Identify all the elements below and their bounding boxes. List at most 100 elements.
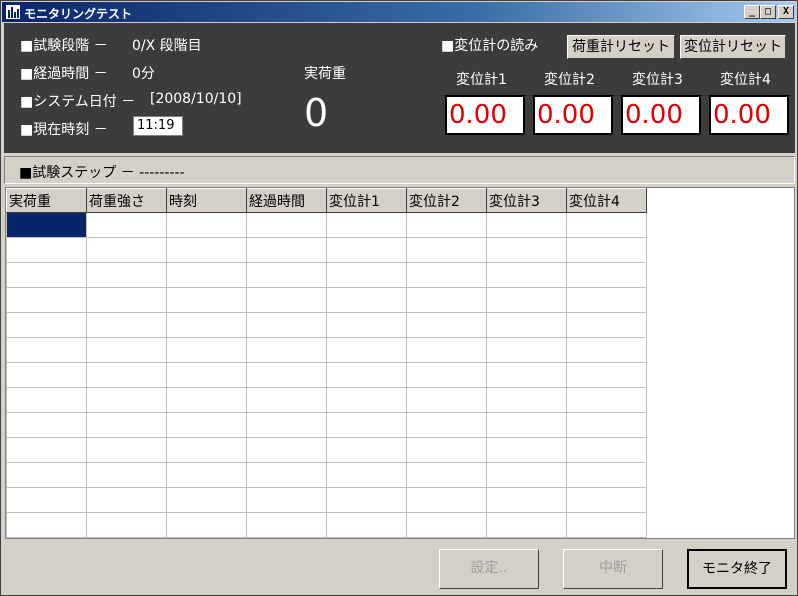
grid-cell[interactable] <box>166 212 247 238</box>
grid-cell[interactable] <box>246 462 327 488</box>
grid-cell[interactable] <box>486 462 567 488</box>
grid-cell[interactable] <box>246 437 327 463</box>
grid-cell[interactable] <box>406 212 487 238</box>
grid-cell[interactable] <box>406 312 487 338</box>
grid-cell[interactable] <box>6 487 87 513</box>
grid-cell[interactable] <box>566 262 647 288</box>
column-header[interactable]: 変位計1 <box>326 188 407 213</box>
grid-cell[interactable] <box>406 387 487 413</box>
grid-cell[interactable] <box>166 237 247 263</box>
grid-cell[interactable] <box>326 437 407 463</box>
grid-cell[interactable] <box>486 362 567 388</box>
grid-cell[interactable] <box>86 262 167 288</box>
grid-cell[interactable] <box>566 362 647 388</box>
grid-cell[interactable] <box>86 312 167 338</box>
table-row[interactable] <box>6 387 647 413</box>
table-row[interactable] <box>6 287 647 313</box>
minimize-button[interactable]: _ <box>744 5 760 19</box>
grid-cell[interactable] <box>406 412 487 438</box>
grid-cell[interactable] <box>86 212 167 238</box>
grid-cell[interactable] <box>326 387 407 413</box>
grid-cell[interactable] <box>246 487 327 513</box>
grid-cell[interactable] <box>566 512 647 538</box>
grid-cell[interactable] <box>486 287 567 313</box>
table-row[interactable] <box>6 437 647 463</box>
end-monitor-button[interactable]: モニタ終了 <box>687 549 787 589</box>
table-row[interactable] <box>6 512 647 538</box>
grid-cell[interactable] <box>86 237 167 263</box>
grid-cell[interactable] <box>166 412 247 438</box>
title-bar[interactable]: モニタリングテスト _ □ X <box>2 2 796 22</box>
grid-cell[interactable] <box>486 412 567 438</box>
grid-cell[interactable] <box>326 487 407 513</box>
table-row[interactable] <box>6 237 647 263</box>
grid-cell[interactable] <box>6 337 87 363</box>
grid-cell[interactable] <box>326 237 407 263</box>
grid-cell[interactable] <box>486 312 567 338</box>
grid-cell[interactable] <box>406 337 487 363</box>
grid-cell[interactable] <box>86 487 167 513</box>
grid-cell[interactable] <box>486 487 567 513</box>
close-button[interactable]: X <box>778 5 794 19</box>
column-header[interactable]: 荷重強さ <box>86 188 167 213</box>
grid-cell[interactable] <box>566 337 647 363</box>
grid-cell[interactable] <box>326 412 407 438</box>
grid-cell[interactable] <box>486 212 567 238</box>
grid-cell[interactable] <box>246 312 327 338</box>
grid-cell[interactable] <box>326 362 407 388</box>
grid-cell[interactable] <box>6 362 87 388</box>
table-row[interactable] <box>6 312 647 338</box>
grid-cell[interactable] <box>246 237 327 263</box>
grid-cell[interactable] <box>6 387 87 413</box>
grid-cell[interactable] <box>486 437 567 463</box>
grid-cell[interactable] <box>246 362 327 388</box>
grid-cell[interactable] <box>326 462 407 488</box>
grid-cell[interactable] <box>166 487 247 513</box>
abort-button[interactable]: 中断 <box>563 549 663 589</box>
grid-cell[interactable] <box>566 412 647 438</box>
grid-cell[interactable] <box>246 212 327 238</box>
grid-cell[interactable] <box>406 262 487 288</box>
grid-cell[interactable] <box>6 312 87 338</box>
grid-cell[interactable] <box>166 512 247 538</box>
table-row[interactable] <box>6 412 647 438</box>
grid-cell[interactable] <box>406 512 487 538</box>
table-row[interactable] <box>6 262 647 288</box>
grid-cell[interactable] <box>86 437 167 463</box>
grid-cell[interactable] <box>246 287 327 313</box>
grid-cell[interactable] <box>326 262 407 288</box>
grid-cell[interactable] <box>86 362 167 388</box>
grid-cell[interactable] <box>406 487 487 513</box>
data-table[interactable]: 実荷重 荷重強さ 時刻 経過時間 変位計1 変位計2 変位計3 変位計4 <box>6 188 647 538</box>
grid-cell[interactable] <box>166 312 247 338</box>
maximize-button[interactable]: □ <box>760 5 776 19</box>
grid-cell[interactable] <box>406 287 487 313</box>
column-header[interactable]: 実荷重 <box>6 188 87 213</box>
table-row[interactable] <box>6 212 647 238</box>
grid-cell[interactable] <box>486 512 567 538</box>
grid-cell[interactable] <box>566 212 647 238</box>
grid-cell[interactable] <box>86 462 167 488</box>
grid-cell[interactable] <box>246 512 327 538</box>
grid-cell[interactable] <box>566 437 647 463</box>
grid-cell[interactable] <box>566 287 647 313</box>
grid-cell[interactable] <box>486 262 567 288</box>
grid-cell[interactable] <box>246 262 327 288</box>
reset-displacement-button[interactable]: 変位計リセット <box>680 35 786 59</box>
settings-button[interactable]: 設定.. <box>439 549 539 589</box>
grid-cell[interactable] <box>6 512 87 538</box>
table-row[interactable] <box>6 362 647 388</box>
grid-cell[interactable] <box>486 337 567 363</box>
grid-cell[interactable] <box>566 312 647 338</box>
grid-cell[interactable] <box>486 387 567 413</box>
grid-cell[interactable] <box>406 462 487 488</box>
grid-cell[interactable] <box>86 412 167 438</box>
grid-cell[interactable] <box>246 337 327 363</box>
grid-cell[interactable] <box>326 337 407 363</box>
grid-cell[interactable] <box>246 387 327 413</box>
grid-cell[interactable] <box>6 462 87 488</box>
column-header[interactable]: 変位計3 <box>486 188 567 213</box>
grid-cell[interactable] <box>166 437 247 463</box>
grid-cell[interactable] <box>326 287 407 313</box>
table-row[interactable] <box>6 487 647 513</box>
